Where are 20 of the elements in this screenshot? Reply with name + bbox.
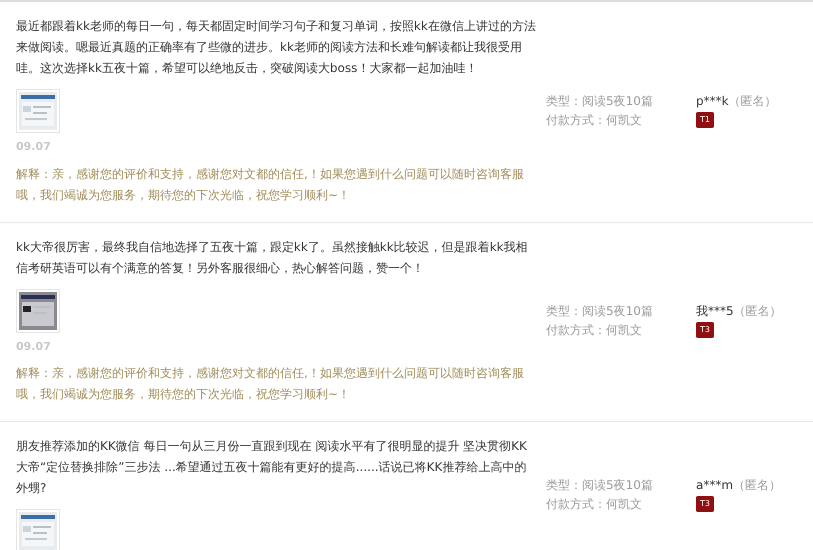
review-text: 最近都跟着kk老师的每日一句，每天都固定时间学习句子和复习单词，按照kk在微信上讲过的方法来做阅读。嗯最近真题的正确率有了些微的进步。kk老师的阅读方法和长难句解读都让我很受用哇。这次选择kk五夜十篇，希望可以绝地反击，突破阅读大boss！大家都一起加油哇！ <box>16 18 536 77</box>
user-name: p***k <box>696 92 729 110</box>
product-type: 类型：阅读5夜10篇 <box>546 476 654 494</box>
review-text: 朋友推荐添加的KK微信 每日一句从三月份一直跟到现在 阅读水平有了很明显的提升 坚决贯彻KK大帝“定位替换排除”三步法 ...希望通过五夜十篇能有更好的提高......话说已将KK推荐给上高中的外甥? <box>16 438 528 497</box>
seller-reply: 解释：亲，感谢您的评价和支持，感谢您对文都的信任,！如果您遇到什么问题可以随时咨询客服哦，我们竭诚为您服务，期待您的下次光临，祝您学习顺利~！ <box>16 365 525 403</box>
level-badge: T3 <box>696 322 714 338</box>
payment-method: 付款方式：何凯文 <box>546 496 643 512</box>
seller-reply: 解释：亲，感谢您的评价和支持，感谢您对文都的信任,！如果您遇到什么问题可以随时咨询客服哦，我们竭诚为您服务，期待您的下次光临，祝您学习顺利~！ <box>16 166 525 204</box>
anonymous-label: （匿名） <box>728 92 777 110</box>
review-text: kk大帝很厉害，最终我自信地选择了五夜十篇，跟定kk了。虽然接触kk比较迟，但是跟着kk我相信考研英语可以有个满意的答复！另外客服很细心，热心解答问题，赞一个！ <box>16 238 529 276</box>
product-type: 类型：阅读5夜10篇 <box>546 92 654 110</box>
payment-method: 付款方式：何凯文 <box>546 112 643 129</box>
anonymous-label: （匿名） <box>734 302 782 320</box>
user-name: 我***5 <box>696 302 734 320</box>
product-type: 类型：阅读5夜10篇 <box>546 302 654 320</box>
payment-method: 付款方式：何凯文 <box>546 322 643 339</box>
level-badge: T3 <box>696 496 714 512</box>
level-badge: T1 <box>696 112 714 128</box>
user-name: a***m <box>696 476 734 494</box>
anonymous-label: （匿名） <box>733 476 782 494</box>
